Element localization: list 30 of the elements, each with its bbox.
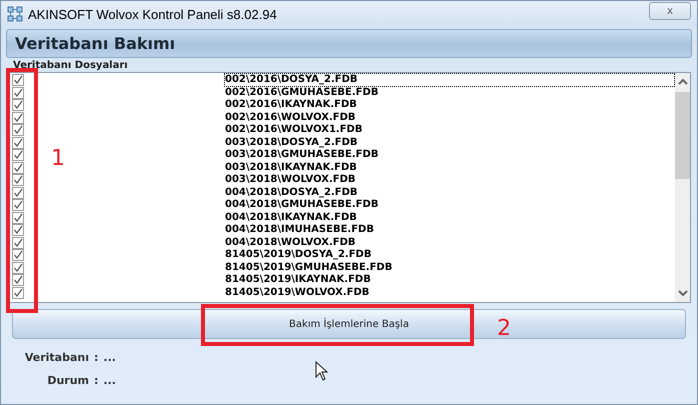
file-path[interactable]: 81405\2019\DOSYA_2.FDB — [224, 248, 675, 262]
window-title: AKINSOFT Wolvox Kontrol Paneli s8.02.94 — [28, 6, 277, 22]
file-path[interactable]: 004\2018\IKAYNAK.FDB — [224, 210, 675, 225]
info-value: ... — [103, 351, 116, 364]
file-path[interactable]: 002\2016\GMUHASEBE.FDB — [224, 86, 675, 100]
section-label: Veritabanı Dosyaları — [13, 60, 128, 71]
file-path[interactable]: 003\2018\IKAYNAK.FDB — [224, 160, 675, 175]
close-button[interactable]: x — [649, 2, 691, 20]
file-path[interactable]: 81405\2019\IKAYNAK.FDB — [224, 273, 675, 288]
file-path[interactable]: 81405\2019\GMUHASEBE.FDB — [224, 260, 675, 275]
info-separator: : — [94, 351, 98, 364]
file-path[interactable]: 003\2018\DOSYA_2.FDB — [224, 136, 675, 150]
file-path[interactable]: 002\2016\WOLVOX1.FDB — [224, 123, 675, 138]
file-path[interactable]: 004\2018\IMUHASEBE.FDB — [224, 223, 675, 238]
file-path[interactable]: 004\2018\WOLVOX.FDB — [224, 236, 675, 250]
page-title: Veritabanı Bakımı — [15, 34, 176, 53]
file-path[interactable]: 002\2016\WOLVOX.FDB — [224, 110, 675, 125]
info-value: ... — [103, 374, 116, 387]
file-path[interactable]: 003\2018\WOLVOX.FDB — [224, 173, 675, 188]
info-separator: : — [94, 374, 98, 387]
file-path[interactable]: 004\2018\DOSYA_2.FDB — [224, 186, 675, 200]
file-path[interactable]: 81405\2019\WOLVOX.FDB — [224, 286, 675, 300]
file-path[interactable]: 004\2018\GMUHASEBE.FDB — [224, 198, 675, 212]
file-path[interactable]: 002\2016\IKAYNAK.FDB — [224, 98, 675, 112]
annotation-number: 1 — [51, 146, 65, 171]
info-label: Veritabanı — [24, 351, 89, 364]
info-label: Durum — [46, 374, 89, 387]
file-path[interactable]: 003\2018\GMUHASEBE.FDB — [224, 148, 675, 162]
annotation-number: 2 — [497, 316, 511, 341]
file-path[interactable]: 002\2016\DOSYA_2.FDB — [224, 73, 675, 88]
